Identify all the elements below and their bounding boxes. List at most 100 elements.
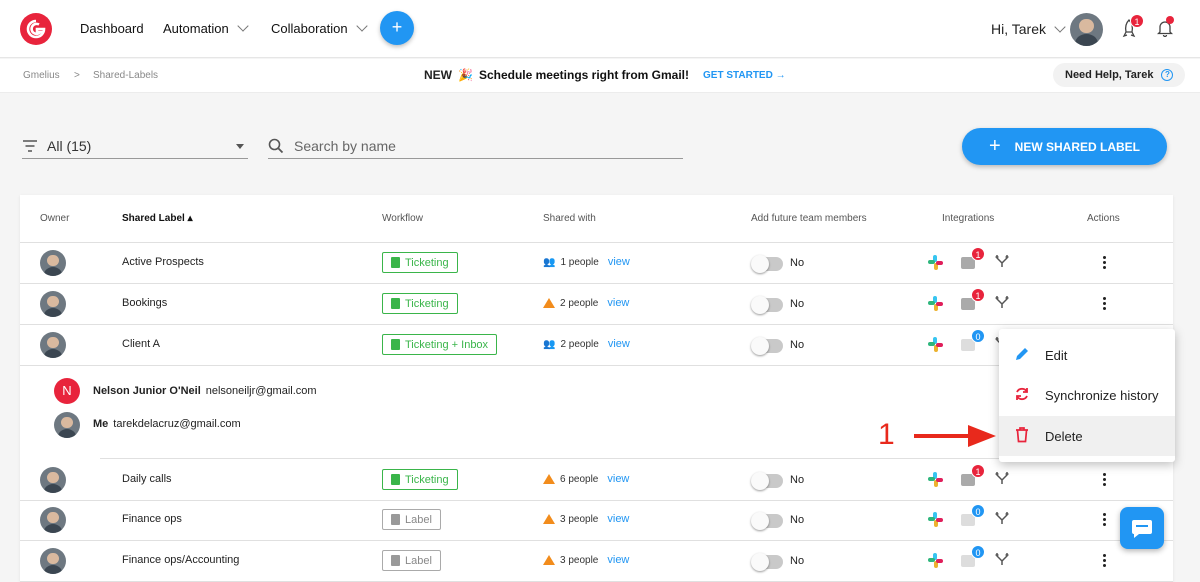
slack-icon[interactable]	[928, 255, 943, 270]
workflow-badge[interactable]: Label	[382, 550, 441, 571]
integration-badge: 1	[971, 247, 985, 261]
shared-with-cell: 2 people view	[543, 297, 629, 309]
workflow-badge[interactable]: Ticketing	[382, 293, 458, 314]
fork-icon[interactable]	[995, 552, 1009, 569]
toggle-label: No	[790, 474, 805, 486]
shared-with-cell: 3 people view	[543, 513, 629, 525]
slack-icon[interactable]	[928, 337, 943, 352]
future-members-toggle[interactable]	[751, 255, 783, 273]
owner-avatar	[40, 291, 66, 317]
fork-icon[interactable]	[995, 511, 1009, 528]
header-actions: Actions	[1087, 213, 1120, 224]
more-actions-icon[interactable]	[1103, 473, 1107, 486]
menu-item-sync[interactable]: Synchronize history	[999, 375, 1175, 415]
warning-icon	[543, 514, 555, 524]
shared-label-name[interactable]: Active Prospects	[122, 256, 204, 268]
slack-icon[interactable]	[928, 472, 943, 487]
more-actions-icon[interactable]	[1103, 513, 1107, 526]
fork-icon[interactable]	[995, 295, 1009, 312]
nav-automation[interactable]: Automation	[163, 20, 249, 36]
menu-item-delete[interactable]: Delete	[999, 416, 1175, 456]
view-link[interactable]: view	[607, 554, 629, 566]
nav-dashboard-label: Dashboard	[80, 21, 144, 36]
shared-label-name[interactable]: Client A	[122, 338, 160, 350]
people-icon: 👥	[543, 338, 556, 350]
view-link[interactable]: view	[607, 297, 629, 309]
breadcrumb-separator: >	[74, 70, 80, 81]
gmelius-logo[interactable]	[20, 13, 52, 45]
integration-badge: 1	[971, 464, 985, 478]
future-members-toggle[interactable]	[751, 553, 783, 571]
future-members-toggle[interactable]	[751, 296, 783, 314]
view-link[interactable]: view	[608, 338, 630, 350]
slack-icon[interactable]	[928, 553, 943, 568]
promo-new: NEW	[424, 68, 452, 82]
filter-select[interactable]: All (15)	[22, 134, 248, 159]
slack-icon[interactable]	[928, 512, 943, 527]
people-count: 1 people	[560, 256, 599, 268]
help-button[interactable]: Need Help, Tarek?	[1053, 63, 1186, 87]
user-menu[interactable]: Hi, Tarek	[991, 20, 1066, 37]
people-count: 2 people	[560, 338, 599, 350]
view-link[interactable]: view	[607, 473, 629, 485]
toggle-label: No	[790, 339, 805, 351]
sync-icon	[999, 386, 1045, 405]
member-name: Nelson Junior O'Neil	[93, 385, 201, 397]
nav-collaboration[interactable]: Collaboration	[271, 20, 368, 36]
slack-icon[interactable]	[928, 296, 943, 311]
ticket-icon	[391, 339, 400, 350]
filter-icon	[23, 140, 37, 152]
label-icon	[391, 514, 400, 525]
shared-label-name[interactable]: Finance ops/Accounting	[122, 554, 239, 566]
integration-badge: 0	[971, 545, 985, 559]
workflow-badge[interactable]: Ticketing + Inbox	[382, 334, 498, 355]
rocket-badge: 1	[1130, 14, 1144, 28]
header-shared-label[interactable]: Shared Label ▴	[122, 213, 193, 224]
people-count: 3 people	[560, 554, 599, 566]
warning-icon	[543, 474, 555, 484]
shared-label-name[interactable]: Finance ops	[122, 513, 182, 525]
chat-button[interactable]	[1120, 507, 1164, 549]
view-link[interactable]: view	[608, 256, 630, 268]
divider	[20, 283, 1173, 284]
menu-delete-label: Delete	[1045, 428, 1083, 444]
trash-icon	[999, 426, 1045, 446]
view-link[interactable]: view	[607, 513, 629, 525]
workflow-badge[interactable]: Label	[382, 509, 441, 530]
ticket-icon	[391, 474, 400, 485]
divider	[20, 242, 1173, 243]
shared-label-name[interactable]: Bookings	[122, 297, 167, 309]
breadcrumb-gmelius[interactable]: Gmelius	[23, 70, 60, 81]
member-avatar: N	[54, 378, 80, 404]
workflow-badge[interactable]: Ticketing	[382, 469, 458, 490]
fork-icon[interactable]	[995, 254, 1009, 271]
workflow-badge[interactable]: Ticketing	[382, 252, 458, 273]
workflow-label: Label	[405, 554, 432, 567]
shared-label-name[interactable]: Daily calls	[122, 473, 172, 485]
member-name: Me	[93, 418, 109, 430]
menu-item-edit[interactable]: Edit	[999, 335, 1175, 375]
get-started-link[interactable]: GET STARTED →	[703, 70, 786, 81]
owner-avatar	[40, 467, 66, 493]
dropdown-arrow-icon	[236, 143, 244, 149]
new-shared-label-button[interactable]: + NEW SHARED LABEL	[962, 128, 1167, 165]
search-input[interactable]: Search by name	[268, 134, 683, 159]
fork-icon[interactable]	[995, 471, 1009, 488]
integration-badge: 1	[971, 288, 985, 302]
workflow-label: Label	[405, 513, 432, 526]
future-members-toggle[interactable]	[751, 512, 783, 530]
promo-text: Schedule meetings right from Gmail!	[478, 68, 689, 82]
quick-add-button[interactable]: +	[380, 11, 414, 45]
nav-dashboard[interactable]: Dashboard	[80, 21, 144, 36]
more-actions-icon[interactable]	[1103, 554, 1107, 567]
filter-value: All (15)	[47, 138, 92, 154]
more-actions-icon[interactable]	[1103, 297, 1107, 310]
help-icon: ?	[1161, 69, 1174, 81]
search-placeholder: Search by name	[294, 138, 396, 154]
header-shared-with: Shared with	[543, 213, 596, 224]
future-members-toggle[interactable]	[751, 472, 783, 490]
workflow-label: Ticketing	[405, 473, 449, 486]
more-actions-icon[interactable]	[1103, 256, 1107, 269]
future-members-toggle[interactable]	[751, 337, 783, 355]
user-avatar[interactable]	[1070, 13, 1103, 46]
